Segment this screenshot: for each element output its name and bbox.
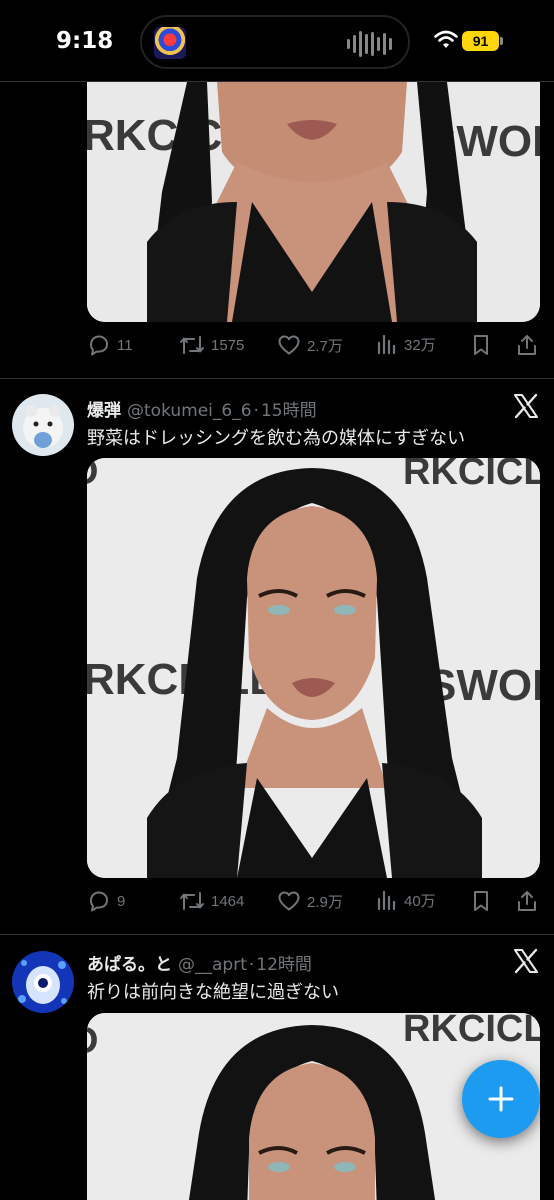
svg-text:RKCICLE.: RKCICLE. [403,1013,540,1050]
views-icon [377,890,396,911]
reply-count: 9 [117,892,126,910]
meta-separator: · [248,955,255,975]
dynamic-island[interactable] [140,15,410,69]
retweet-button[interactable]: 1575 [179,333,244,357]
author-handle[interactable]: @tokumei_6_6 [127,401,252,421]
tweet-2-photo: D RKCICLE. RKCICLE. SWOR [87,458,540,878]
now-playing-artwork [154,27,186,59]
tweet-divider [0,378,554,379]
x-logo-icon[interactable] [512,947,540,975]
share-button[interactable] [515,333,539,357]
bookmark-icon [474,891,488,911]
retweet-icon [180,892,204,910]
view-count: 32万 [404,336,436,354]
status-time: 9:18 [56,28,114,54]
views-button[interactable]: 32万 [376,333,436,355]
tweet-2-media[interactable]: D RKCICLE. RKCICLE. SWOR [87,458,540,878]
tweet-1-photo: RKCICLE. SWOR [87,82,540,322]
tweet-2-actions: 9 1464 2.9万 40万 [87,889,542,917]
x-logo-icon[interactable] [512,392,540,420]
like-count: 2.7万 [307,337,343,355]
share-button[interactable] [515,889,539,913]
tweet-2-header: 爆弾 @tokumei_6_6 · 15時間 [87,396,317,421]
tweet-time: 12時間 [256,955,312,975]
like-button[interactable]: 2.7万 [277,333,343,357]
tweet-time: 15時間 [260,401,317,421]
retweet-icon [180,336,204,354]
tweet-3-header: あぱる。と @__aprt · 12時間 [87,950,312,975]
svg-text:RKCICLE.: RKCICLE. [403,458,540,493]
audio-wave-icon [347,31,392,57]
reply-button[interactable]: 11 [87,333,133,357]
svg-text:D: D [87,1020,98,1062]
bookmark-button[interactable] [471,889,491,913]
retweet-count: 1575 [211,336,245,354]
reply-icon [90,335,108,356]
reply-icon [90,891,108,912]
tweet-3-text: 祈りは前向きな絶望に過ぎない [87,982,339,1003]
author-name[interactable]: あぱる。と [87,950,172,975]
like-icon [278,335,300,355]
retweet-count: 1464 [211,892,245,910]
svg-text:D: D [87,458,98,493]
author-name[interactable]: 爆弾 [87,396,121,421]
tweet-1-media[interactable]: RKCICLE. SWOR [87,82,540,322]
bookmark-icon [474,335,488,355]
reply-count: 11 [117,336,133,354]
tweet-2-avatar[interactable] [12,394,74,456]
battery-indicator: 91 [462,31,499,51]
compose-plus-icon [488,1086,514,1112]
tweet-3-avatar[interactable] [12,951,74,1013]
like-button[interactable]: 2.9万 [277,889,343,913]
wifi-icon [434,30,458,48]
tweet-divider [0,934,554,935]
compose-button[interactable] [462,1060,540,1138]
like-icon [278,891,300,911]
meta-separator: · [253,401,259,421]
tweet-1-actions: 11 1575 2.7万 32万 [87,333,542,361]
author-handle[interactable]: @__aprt [178,955,247,975]
battery-tip [500,37,503,45]
like-count: 2.9万 [307,893,343,911]
status-bar: 9:18 91 [0,0,554,82]
tweet-2-text: 野菜はドレッシングを飲む為の媒体にすぎない [87,428,466,449]
share-icon [518,335,536,355]
share-icon [518,891,536,911]
reply-button[interactable]: 9 [87,889,125,913]
bookmark-button[interactable] [471,333,491,357]
retweet-button[interactable]: 1464 [179,889,244,913]
views-button[interactable]: 40万 [376,889,436,911]
views-icon [377,334,396,355]
view-count: 40万 [404,892,436,910]
